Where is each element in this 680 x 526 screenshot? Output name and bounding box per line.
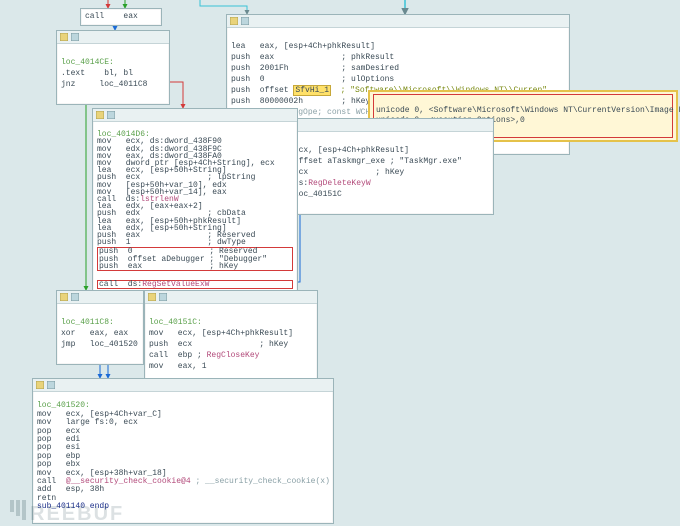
asm-line: xor eax, eax [61,329,128,338]
node-titlebar [33,379,333,392]
callout-line: unicode 0, <Software\Microsoft\Windows N… [376,106,680,115]
collapse-icon[interactable] [36,381,44,389]
watermark-text: REEBUF [30,509,124,520]
asm-line: call ebp ; RegCloseKey [149,351,259,360]
node-icon [47,381,55,389]
asm-line: push 80000002h ; hKey [231,97,370,106]
collapse-icon[interactable] [60,33,68,41]
loc-label: loc_40151C: [149,318,202,327]
asm-line: push ecx ; hKey [149,340,288,349]
asm-line: mov eax, 1 [149,362,207,371]
asm-line: .text bl, bl [61,69,133,78]
node-titlebar [227,15,569,28]
collapse-icon[interactable] [148,293,156,301]
asm-line: call eax [85,12,138,21]
node-loc-4014CE[interactable]: loc_4014CE: .text bl, bl jnz loc_4011C8 [56,30,170,105]
node-loc-4014D6[interactable]: loc_4014D6: mov ecx, ds:dword_438F90 mov… [92,108,298,309]
watermark-bars-icon [10,500,26,520]
asm-line: lea eax, [esp+4Ch+phkResult] [231,42,375,51]
collapse-icon[interactable] [230,17,238,25]
collapse-icon[interactable] [60,293,68,301]
node-titlebar [145,291,317,304]
highlight-box: call ds:RegSetValueExW [97,280,293,289]
watermark: REEBUF [10,500,124,520]
highlighted-symbol: SfvHi_1 [293,85,331,96]
node-titlebar [57,31,169,44]
node-icon [159,293,167,301]
node-icon [71,293,79,301]
asm-line: jnz loc_4011C8 [61,80,147,89]
collapse-icon[interactable] [96,111,104,119]
loc-label: loc_4011C8: [61,318,114,327]
node-prelude[interactable]: call eax [80,8,162,26]
node-icon [71,33,79,41]
node-loc-4011C8[interactable]: loc_4011C8: xor eax, eax jmp loc_401520 [56,290,144,365]
node-icon [107,111,115,119]
asm-line: push 1 ; dwType [97,238,246,247]
asm-line: push 2001Fh ; samDesired [231,64,399,73]
asm-line: jmp loc_401520 [61,340,138,349]
highlight-box: push 0 ; Reserved push offset aDebugger … [97,247,293,271]
node-icon [241,17,249,25]
node-titlebar [93,109,297,122]
asm-line: push 0 ; ulOptions [231,75,394,84]
asm-line: mov ecx, [esp+4Ch+phkResult] [149,329,293,338]
node-titlebar [57,291,143,304]
node-loc-40151C[interactable]: loc_40151C: mov ecx, [esp+4Ch+phkResult]… [144,290,318,387]
asm-line: push eax ; phkResult [231,53,394,62]
loc-label: loc_4014CE: [61,58,114,67]
